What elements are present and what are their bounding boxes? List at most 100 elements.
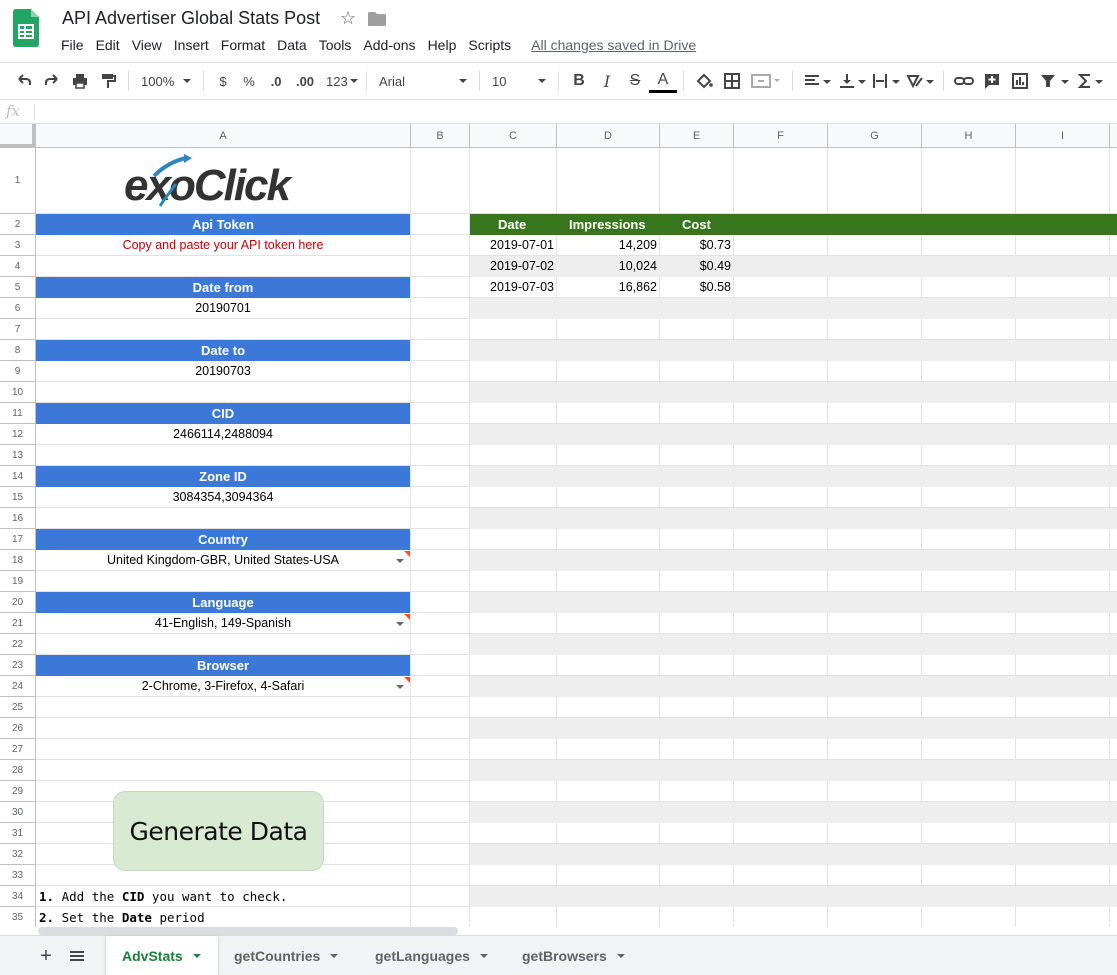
table-cell-cost[interactable]: $0.73 [660,238,731,252]
date-to-value[interactable]: 20190703 [36,364,410,378]
currency-format-button[interactable]: $ [210,67,236,95]
row-header[interactable]: 8 [0,340,36,361]
text-color-button[interactable]: A [649,69,677,93]
filter-icon[interactable] [1034,67,1074,95]
fill-color-icon[interactable] [690,67,718,95]
print-icon[interactable] [66,67,94,95]
row-header[interactable]: 19 [0,571,36,592]
table-cell-date[interactable]: 2019-07-03 [470,280,554,294]
row-header[interactable]: 17 [0,529,36,550]
zoom-select[interactable]: 100% [135,74,197,89]
text-rotation-icon[interactable] [903,67,937,95]
table-cell-impressions[interactable]: 16,862 [557,280,657,294]
row-header[interactable]: 7 [0,319,36,340]
row-header[interactable]: 5 [0,277,36,298]
insert-link-icon[interactable] [950,67,978,95]
row-header[interactable]: 30 [0,802,36,823]
row-header[interactable]: 6 [0,298,36,319]
column-header-d[interactable]: D [557,124,660,148]
chevron-down-icon[interactable] [192,954,201,958]
row-header[interactable]: 16 [0,508,36,529]
horizontal-scrollbar[interactable] [38,927,458,935]
text-wrapping-icon[interactable] [869,67,903,95]
row-header[interactable]: 10 [0,382,36,403]
browser-dropdown[interactable]: 2-Chrome, 3-Firefox, 4-Safari [36,679,410,693]
column-header-c[interactable]: C [470,124,557,148]
row-header[interactable]: 27 [0,739,36,760]
column-header-h[interactable]: H [922,124,1016,148]
row-header[interactable]: 22 [0,634,36,655]
more-formats-select[interactable]: 123 [320,74,360,89]
sheets-logo-icon[interactable] [13,9,39,47]
row-header[interactable]: 20 [0,592,36,613]
row-header[interactable]: 26 [0,718,36,739]
all-sheets-icon[interactable] [64,936,90,975]
horizontal-align-icon[interactable] [799,67,835,95]
column-header-g[interactable]: G [828,124,922,148]
row-header[interactable]: 1 [0,148,36,214]
table-cell-date[interactable]: 2019-07-01 [470,238,554,252]
chevron-down-icon[interactable] [479,954,488,958]
font-select[interactable]: Arial [373,74,473,89]
redo-icon[interactable] [38,67,66,95]
row-header[interactable]: 2 [0,214,36,235]
chevron-down-icon[interactable] [616,954,625,958]
row-header[interactable]: 9 [0,361,36,382]
tab-getbrowsers[interactable]: getBrowsers [506,936,642,975]
chevron-down-icon[interactable] [396,622,404,626]
borders-icon[interactable] [718,67,746,95]
insert-comment-icon[interactable] [978,67,1006,95]
table-cell-impressions[interactable]: 10,024 [557,259,657,273]
paint-format-icon[interactable] [94,67,122,95]
tab-getcountries[interactable]: getCountries [218,936,358,975]
menu-file[interactable]: File [55,36,90,56]
formula-bar[interactable]: fx [0,100,1117,124]
save-status-link[interactable]: All changes saved in Drive [531,36,696,56]
decrease-decimal-button[interactable]: .0 [262,67,290,95]
star-icon[interactable]: ☆ [340,8,356,29]
undo-icon[interactable] [10,67,38,95]
row-header[interactable]: 21 [0,613,36,634]
vertical-align-icon[interactable] [835,67,869,95]
cid-value[interactable]: 2466114,2488094 [36,427,410,441]
table-cell-cost[interactable]: $0.58 [660,280,731,294]
tab-getlanguages[interactable]: getLanguages [359,936,506,975]
zone-id-value[interactable]: 3084354,3094364 [36,490,410,504]
column-header-e[interactable]: E [660,124,734,148]
api-token-hint[interactable]: Copy and paste your API token here [36,238,410,252]
table-cell-impressions[interactable]: 14,209 [557,238,657,252]
menu-view[interactable]: View [126,36,168,56]
menu-addons[interactable]: Add-ons [357,36,421,56]
bold-button[interactable]: B [565,67,593,95]
language-dropdown[interactable]: 41-English, 149-Spanish [36,616,410,630]
country-dropdown[interactable]: United Kingdom-GBR, United States-USA [36,553,410,567]
menu-scripts[interactable]: Scripts [462,36,517,56]
menu-data[interactable]: Data [271,36,313,56]
cell-area[interactable]: exoClick Api Token Copy and paste your A… [36,148,1117,927]
italic-button[interactable]: I [593,67,621,95]
functions-icon[interactable] [1074,67,1106,95]
percent-format-button[interactable]: % [236,67,262,95]
row-header[interactable]: 23 [0,655,36,676]
document-title[interactable]: API Advertiser Global Stats Post [62,8,320,29]
table-cell-date[interactable]: 2019-07-02 [470,259,554,273]
row-header[interactable]: 15 [0,487,36,508]
increase-decimal-button[interactable]: .00 [290,67,320,95]
row-header[interactable]: 24 [0,676,36,697]
chevron-down-icon[interactable] [396,685,404,689]
column-header-a[interactable]: A [36,124,411,148]
column-header-i[interactable]: I [1016,124,1110,148]
menu-format[interactable]: Format [215,36,271,56]
select-all-corner[interactable] [0,124,36,148]
row-header[interactable]: 12 [0,424,36,445]
menu-help[interactable]: Help [422,36,463,56]
date-from-value[interactable]: 20190701 [36,301,410,315]
row-header[interactable]: 4 [0,256,36,277]
row-header[interactable]: 28 [0,760,36,781]
row-header[interactable]: 35 [0,907,36,927]
row-header[interactable]: 25 [0,697,36,718]
row-header[interactable]: 31 [0,823,36,844]
row-header[interactable]: 11 [0,403,36,424]
row-header[interactable]: 33 [0,865,36,886]
column-header-b[interactable]: B [411,124,470,148]
